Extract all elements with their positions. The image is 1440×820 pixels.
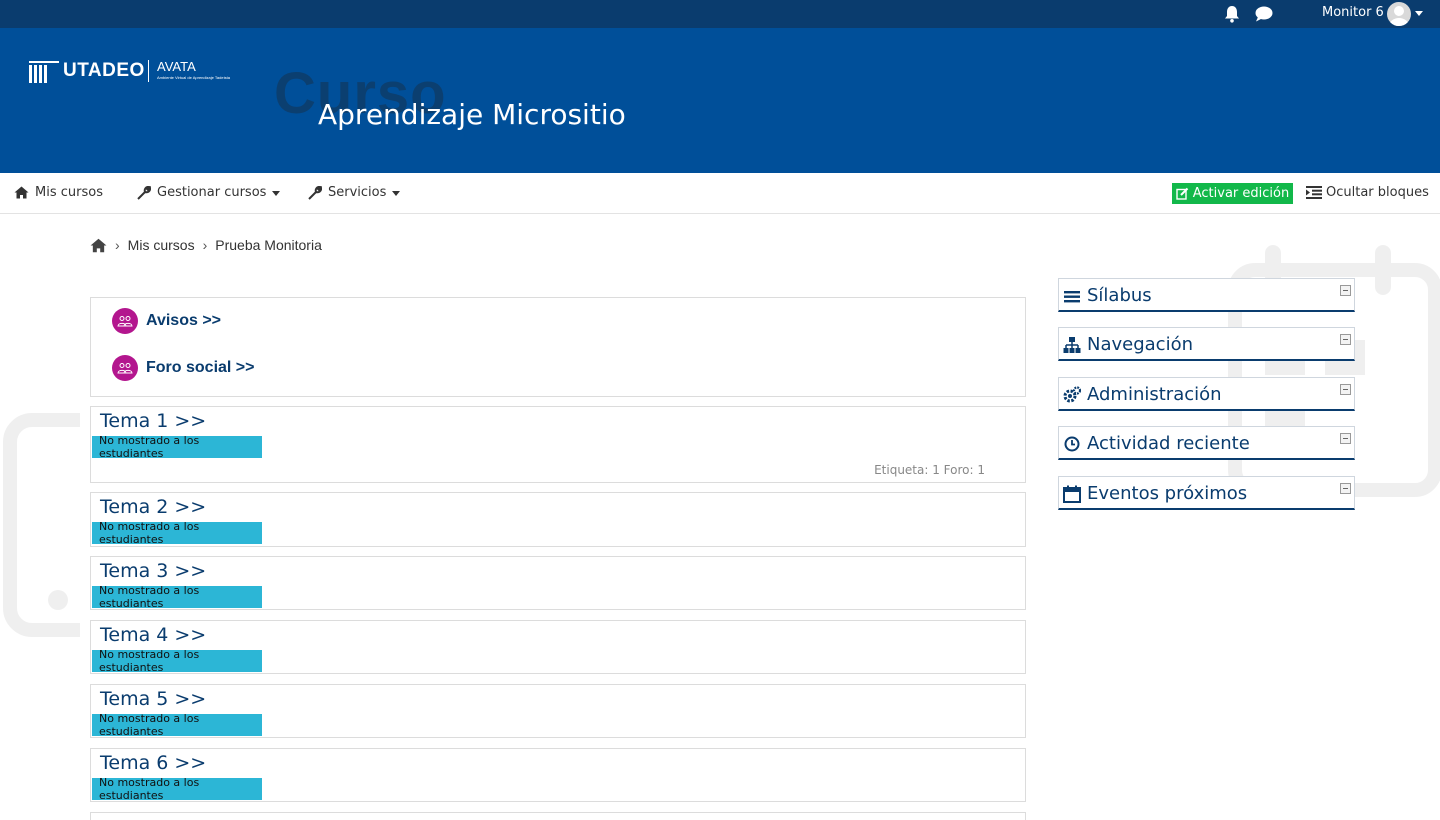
- chevron-right-icon: ›: [115, 237, 120, 253]
- block-title: Administración: [1087, 384, 1222, 405]
- hidden-badge: No mostrado a los estudiantes: [92, 776, 262, 802]
- logo-divider: [148, 60, 149, 82]
- topic-section: Tema 3 >> No mostrado a los estudiantes: [90, 556, 1026, 610]
- collapse-icon[interactable]: [1340, 334, 1351, 345]
- topic-section: [90, 812, 1026, 820]
- phone-watermark-icon: [3, 413, 80, 637]
- block-eventos-proximos[interactable]: Eventos próximos: [1058, 476, 1355, 510]
- top-bar: Monitor 6: [0, 0, 1440, 28]
- avisos-link[interactable]: Avisos >>: [112, 308, 221, 334]
- topic-section: Tema 2 >> No mostrado a los estudiantes: [90, 492, 1026, 547]
- calendar-icon: [1063, 485, 1081, 503]
- topic-title[interactable]: Tema 1 >>: [100, 410, 206, 432]
- nav-mis-cursos[interactable]: Mis cursos: [14, 185, 103, 200]
- block-navegacion[interactable]: Navegación: [1058, 327, 1355, 361]
- activar-edicion-label: Activar edición: [1192, 186, 1290, 201]
- wrench-icon: [308, 185, 322, 200]
- course-header: UTADEO AVATA Ambiente Virtual de Aprendi…: [0, 28, 1440, 173]
- block-silabus[interactable]: Sílabus: [1058, 278, 1355, 312]
- topic-summary: Etiqueta: 1 Foro: 1: [874, 463, 985, 477]
- utadeo-logo[interactable]: UTADEO AVATA Ambiente Virtual de Aprendi…: [27, 58, 242, 88]
- breadcrumb-mis-cursos[interactable]: Mis cursos: [128, 237, 195, 253]
- home-icon: [14, 186, 29, 199]
- logo-text: UTADEO: [63, 60, 145, 81]
- avisos-label: Avisos >>: [146, 312, 222, 329]
- hidden-badge: No mostrado a los estudiantes: [92, 648, 262, 674]
- block-title: Eventos próximos: [1087, 483, 1248, 504]
- hidden-badge: No mostrado a los estudiantes: [92, 434, 262, 460]
- topic-title[interactable]: Tema 5 >>: [100, 688, 206, 710]
- chevron-right-icon: ›: [202, 237, 208, 253]
- ocultar-bloques-button[interactable]: Ocultar bloques: [1306, 185, 1429, 200]
- topic-title[interactable]: Tema 6 >>: [100, 752, 206, 774]
- intro-section: Avisos >> Foro social >>: [90, 297, 1026, 397]
- topic-section: Tema 6 >> No mostrado a los estudiantes: [90, 748, 1026, 802]
- chat-icon[interactable]: [1255, 6, 1273, 22]
- foro-social-label: Foro social >>: [146, 359, 255, 376]
- hidden-badge: No mostrado a los estudiantes: [92, 712, 262, 738]
- logo-sub: AVATA: [157, 59, 196, 74]
- home-icon[interactable]: [90, 238, 107, 253]
- block-title: Actividad reciente: [1087, 433, 1250, 454]
- block-administracion[interactable]: Administración: [1058, 377, 1355, 411]
- block-title: Navegación: [1087, 334, 1193, 355]
- list-icon: [1064, 291, 1080, 303]
- foro-social-link[interactable]: Foro social >>: [112, 355, 254, 381]
- topic-title[interactable]: Tema 4 >>: [100, 624, 206, 646]
- topic-section: Tema 1 >> No mostrado a los estudiantes …: [90, 406, 1026, 483]
- avatar[interactable]: [1387, 2, 1411, 26]
- breadcrumb-current[interactable]: Prueba Monitoria: [215, 237, 322, 253]
- block-title: Sílabus: [1087, 285, 1152, 306]
- hidden-badge: No mostrado a los estudiantes: [92, 584, 262, 610]
- edit-icon: [1176, 187, 1188, 200]
- course-title: Aprendizaje Micrositio: [318, 98, 626, 131]
- logo-subtitle: Ambiente Virtual de Aprendizaje Tadeísta: [157, 75, 231, 80]
- forum-icon: [112, 355, 138, 381]
- block-actividad-reciente[interactable]: Actividad reciente: [1058, 426, 1355, 460]
- nav-gestionar-label: Gestionar cursos: [157, 185, 280, 200]
- nav-servicios-label: Servicios: [328, 185, 400, 200]
- topic-section: Tema 4 >> No mostrado a los estudiantes: [90, 620, 1026, 674]
- collapse-icon[interactable]: [1340, 285, 1351, 296]
- ocultar-bloques-label: Ocultar bloques: [1326, 185, 1429, 200]
- collapse-icon[interactable]: [1340, 433, 1351, 444]
- breadcrumb: › Mis cursos › Prueba Monitoria: [90, 237, 322, 253]
- sitemap-icon: [1063, 337, 1081, 353]
- nav-servicios[interactable]: Servicios: [308, 185, 400, 200]
- nav-gestionar-cursos[interactable]: Gestionar cursos: [137, 185, 280, 200]
- nav-bar: Mis cursos Gestionar cursos Servicios Ac…: [0, 173, 1440, 214]
- cogs-icon: [1063, 386, 1081, 403]
- wrench-icon: [137, 185, 151, 200]
- nav-mis-cursos-label: Mis cursos: [35, 185, 103, 200]
- bell-icon[interactable]: [1224, 5, 1240, 23]
- topic-title[interactable]: Tema 2 >>: [100, 496, 206, 518]
- forum-icon: [112, 308, 138, 334]
- collapse-icon[interactable]: [1340, 483, 1351, 494]
- chevron-down-icon[interactable]: [1415, 11, 1423, 16]
- hidden-badge: No mostrado a los estudiantes: [92, 520, 262, 546]
- topic-title[interactable]: Tema 3 >>: [100, 560, 206, 582]
- clock-icon: [1064, 436, 1080, 452]
- collapse-icon[interactable]: [1340, 384, 1351, 395]
- indent-icon: [1306, 186, 1322, 199]
- user-name[interactable]: Monitor 6: [1322, 5, 1384, 20]
- activar-edicion-button[interactable]: Activar edición: [1172, 183, 1293, 204]
- topic-section: Tema 5 >> No mostrado a los estudiantes: [90, 684, 1026, 738]
